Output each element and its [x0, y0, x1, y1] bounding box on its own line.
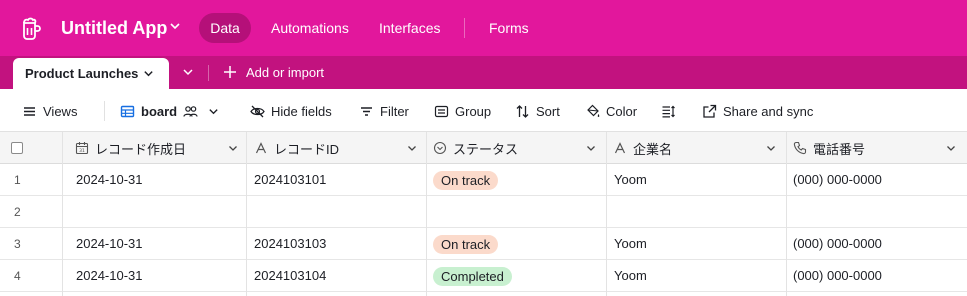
cell-phone[interactable]: (000) 000-0000 — [793, 260, 882, 292]
tab-product-launches[interactable]: Product Launches — [13, 58, 169, 89]
share-label: Share and sync — [723, 103, 814, 119]
sort-icon — [516, 104, 529, 118]
tab-label: Product Launches — [25, 66, 139, 81]
nav-forms[interactable]: Forms — [489, 13, 529, 43]
column-label: 電話番号 — [813, 141, 866, 157]
phone-icon — [793, 141, 807, 155]
column-divider — [63, 132, 247, 296]
column-header-phone[interactable]: 電話番号 — [793, 132, 865, 164]
hamburger-icon — [24, 106, 35, 116]
views-label: Views — [43, 103, 78, 119]
color-label: Color — [606, 103, 638, 119]
filter-button[interactable]: Filter — [359, 102, 409, 120]
column-divider — [0, 132, 63, 296]
column-divider — [607, 132, 787, 296]
view-toolbar: Views board Hide fields Filter Group Sor… — [0, 89, 967, 132]
group-label: Group — [455, 103, 492, 119]
app-logo-icon[interactable] — [18, 14, 46, 42]
cell-phone[interactable]: (000) 000-0000 — [793, 164, 882, 196]
views-button[interactable]: Views — [22, 102, 77, 120]
chevron-down-icon[interactable] — [182, 66, 194, 78]
chevron-down-icon[interactable] — [169, 20, 181, 32]
grid-view-icon — [120, 105, 135, 117]
plus-icon[interactable] — [223, 65, 237, 79]
chevron-down-icon[interactable] — [208, 106, 219, 117]
nav-interfaces[interactable]: Interfaces — [379, 13, 440, 43]
column-divider — [427, 132, 607, 296]
collaborators-icon — [183, 105, 198, 117]
toolbar-divider — [104, 101, 105, 121]
app-bar: Untitled App Data Automations Interfaces… — [0, 0, 967, 56]
add-or-import-button[interactable]: Add or import — [246, 65, 324, 80]
column-divider — [247, 132, 427, 296]
nav-automations[interactable]: Automations — [271, 13, 349, 43]
chevron-down-icon[interactable] — [143, 68, 154, 79]
table-tab-bar: Product Launches Add or import — [0, 56, 967, 89]
app-title[interactable]: Untitled App — [61, 15, 167, 41]
color-button[interactable]: Color — [585, 102, 637, 120]
cell-phone[interactable]: (000) 000-0000 — [793, 228, 882, 260]
external-link-icon — [703, 104, 717, 118]
sort-button[interactable]: Sort — [515, 102, 560, 120]
filter-icon — [361, 106, 372, 116]
paint-bucket-icon — [587, 104, 600, 117]
group-button[interactable]: Group — [434, 102, 491, 120]
hide-fields-button[interactable]: Hide fields — [250, 102, 332, 120]
row-height-icon — [662, 105, 675, 117]
eye-slash-icon — [250, 105, 265, 117]
nav-divider — [464, 18, 465, 38]
row-height-button[interactable] — [661, 102, 682, 120]
share-and-sync-button[interactable]: Share and sync — [702, 102, 813, 120]
view-name: board — [141, 103, 178, 119]
records-grid: 31 レコード作成日 レコードID ステータス 企業名 電話番号 1 2024-… — [0, 132, 967, 296]
hide-fields-label: Hide fields — [271, 103, 332, 119]
tab-divider — [208, 65, 209, 81]
sort-label: Sort — [536, 103, 560, 119]
chevron-down-icon[interactable] — [946, 143, 956, 153]
nav-data[interactable]: Data — [199, 13, 251, 43]
group-icon — [434, 105, 449, 117]
view-switcher-button[interactable]: board — [120, 102, 219, 120]
filter-label: Filter — [380, 103, 409, 119]
